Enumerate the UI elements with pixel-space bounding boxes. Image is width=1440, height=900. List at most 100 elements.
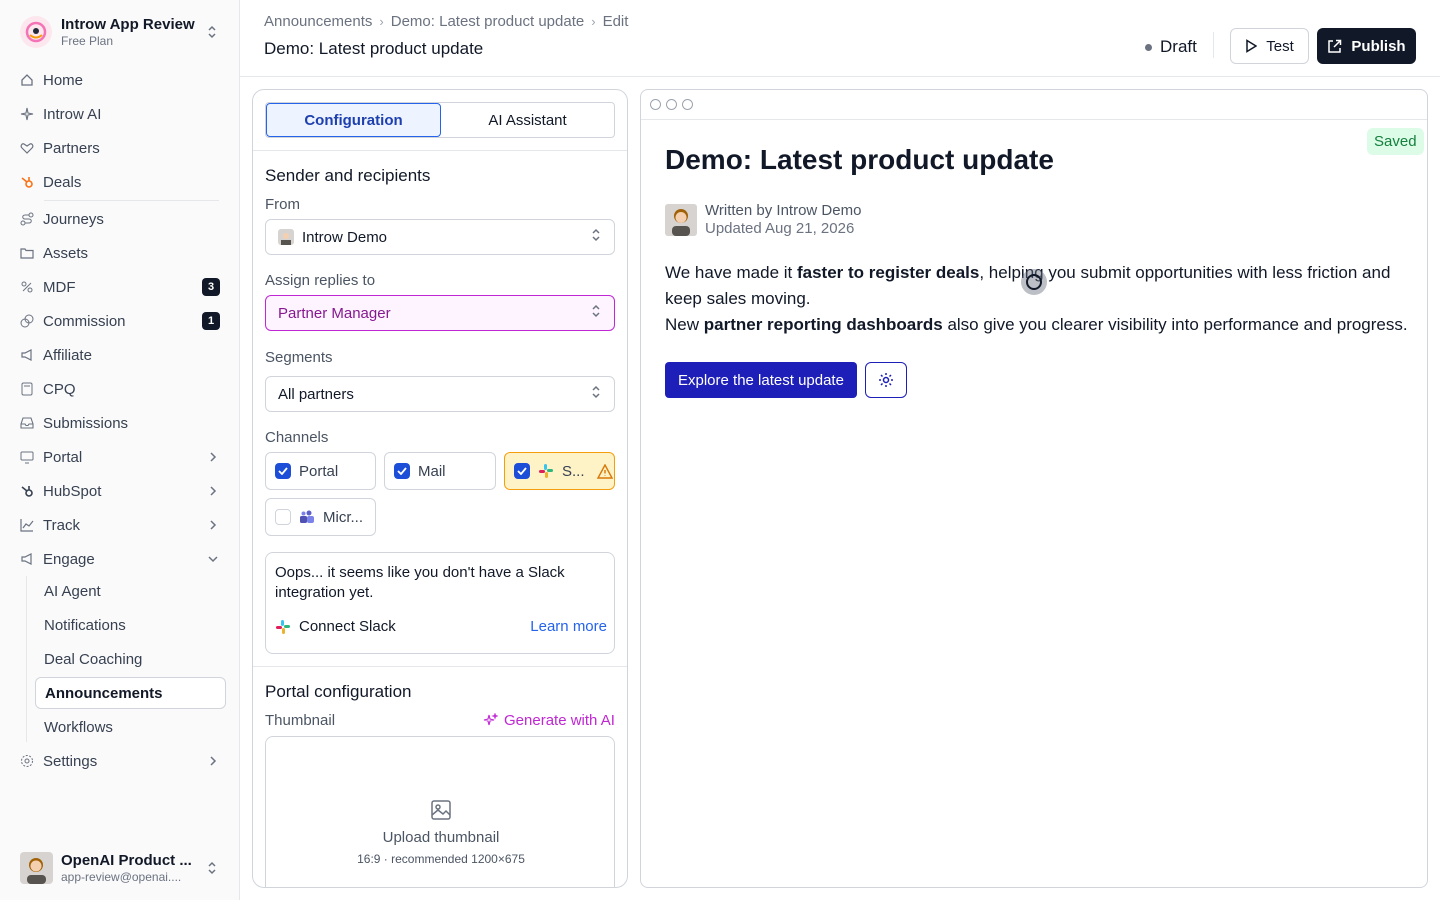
sidebar-item-mdf[interactable]: MDF 3 [20,273,220,301]
publish-button[interactable]: Publish [1317,28,1416,64]
user-menu[interactable]: OpenAI Product ... app-review@openai.... [20,851,220,885]
segments-select[interactable]: All partners [265,376,615,412]
chevron-updown-icon [204,860,220,876]
chevron-down-icon [206,552,220,566]
breadcrumb: Announcements › Demo: Latest product upd… [264,13,628,30]
channel-microsoft-teams[interactable]: Micr... [265,498,376,536]
percent-icon [20,280,34,294]
play-icon [1246,39,1258,53]
button-settings[interactable] [865,362,907,398]
slack-icon [275,619,291,635]
learn-more-link[interactable]: Learn more [530,618,607,635]
folder-icon [20,246,34,260]
status-dot-icon [1145,43,1152,51]
slack-integration-notice: Oops... it seems like you don't have a S… [265,552,615,654]
sidebar-item-label: Settings [43,752,98,770]
checkbox-checked-icon [514,463,530,479]
sidebar-item-cpq[interactable]: CPQ [20,375,220,403]
sidebar-item-label: Deals [43,173,82,191]
sidebar-item-label: Journeys [43,210,104,228]
sidebar-item-label: Commission [43,312,126,330]
channel-label: S... [562,462,585,480]
channel-mail[interactable]: Mail [384,452,496,490]
breadcrumb-announcement[interactable]: Demo: Latest product update [391,13,584,30]
tab-configuration[interactable]: Configuration [266,103,441,137]
replies-value: Partner Manager [278,304,391,322]
sidebar-item-track[interactable]: Track [20,511,220,539]
explore-update-button[interactable]: Explore the latest update [665,362,857,398]
chevron-right-icon: › [379,14,384,29]
sidebar-item-affiliate[interactable]: Affiliate [20,341,220,369]
workspace-switcher[interactable]: Introw App Review Free Plan [20,14,220,50]
sidebar-item-home[interactable]: Home [20,66,220,94]
publish-label: Publish [1351,37,1406,55]
window-dot-icon [666,99,677,110]
breadcrumb-announcements[interactable]: Announcements [264,13,372,30]
gear-icon [879,373,893,387]
sidebar-subitem-workflows[interactable]: Workflows [35,711,226,743]
user-name: OpenAI Product ... [61,851,192,869]
megaphone-icon [20,348,34,362]
tab-ai-assistant[interactable]: AI Assistant [441,103,614,137]
sidebar-item-assets[interactable]: Assets [20,239,220,267]
coins-icon [20,314,34,328]
segments-value: All partners [278,385,354,403]
from-value: Introw Demo [302,228,388,246]
sidebar-item-engage[interactable]: Engage [20,545,220,573]
test-button[interactable]: Test [1230,28,1309,64]
updated-date: Updated Aug 21, 2026 [705,220,855,237]
inbox-icon [20,416,34,430]
panel-tabs: Configuration AI Assistant [265,102,615,138]
submenu-line [26,576,27,742]
sidebar-item-hubspot[interactable]: HubSpot [20,477,220,505]
image-icon [430,799,452,824]
sidebar-item-journeys[interactable]: Journeys [20,205,220,233]
sidebar-item-portal[interactable]: Portal [20,443,220,471]
sidebar-subitem-ai-agent[interactable]: AI Agent [35,575,226,607]
text-run: We have made it [665,263,797,282]
chevron-updown-icon [590,228,602,246]
channel-portal[interactable]: Portal [265,452,376,490]
from-label: From [265,196,300,213]
sidebar-item-commission[interactable]: Commission 1 [20,307,220,335]
sidebar-item-partners[interactable]: Partners [20,134,220,162]
calculator-icon [20,382,34,396]
generate-label: Generate with AI [504,712,615,729]
workspace-logo-icon [20,16,52,48]
connect-slack-link[interactable]: Connect Slack [299,618,530,635]
chevron-right-icon [206,450,220,464]
thumbnail-upload-dropzone[interactable]: Upload thumbnail 16:9 · recommended 1200… [265,736,615,887]
avatar [20,852,53,884]
text-run: New [665,315,704,334]
sidebar-item-label: Partners [43,139,100,157]
text-run: also give you clearer visibility into pe… [942,315,1408,334]
assign-replies-select[interactable]: Partner Manager [265,295,615,331]
sidebar-item-introw-ai[interactable]: Introw AI [20,100,220,128]
upload-hint: 16:9 · recommended 1200×675 [357,852,525,866]
chevron-updown-icon [590,304,602,322]
channel-slack[interactable]: S... [504,452,615,490]
written-by: Written by Introw Demo [705,202,862,219]
status-badge: Draft [1145,37,1197,57]
external-link-icon [1328,39,1342,53]
header-divider [1213,32,1214,58]
sidebar-subitem-announcements[interactable]: Announcements [35,677,226,709]
announcement-preview: Saved Demo: Latest product update Writte… [640,89,1428,888]
chevron-right-icon: › [591,14,596,29]
sidebar-subitem-deal-coaching[interactable]: Deal Coaching [35,643,226,675]
sidebar-item-label: Track [43,516,80,534]
sidebar-item-deals[interactable]: Deals [20,168,220,196]
sidebar-item-label: Introw AI [43,105,102,123]
sidebar-item-submissions[interactable]: Submissions [20,409,220,437]
thumbnail-label: Thumbnail [265,712,336,729]
hubspot-icon [20,175,34,189]
generate-with-ai-button[interactable]: Generate with AI [483,712,615,729]
preview-window-bar [641,90,1427,120]
configuration-panel: Configuration AI Assistant Sender and re… [252,89,628,888]
from-select[interactable]: Introw Demo [265,219,615,255]
sidebar-item-settings[interactable]: Settings [20,747,220,775]
page-title: Demo: Latest product update [264,39,484,58]
checkbox-checked-icon [275,463,291,479]
preview-title: Demo: Latest product update [665,144,1054,175]
sidebar-subitem-notifications[interactable]: Notifications [35,609,226,641]
